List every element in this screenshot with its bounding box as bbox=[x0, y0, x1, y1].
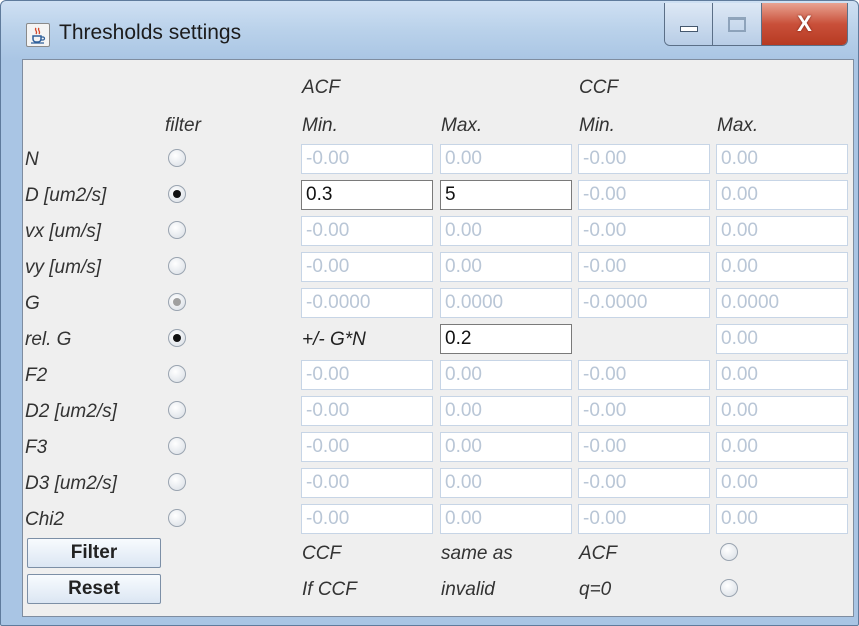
ccf-max-field[interactable]: 0.00 bbox=[716, 324, 848, 354]
ccf-min-field[interactable]: -0.00 bbox=[578, 144, 710, 174]
filter-button[interactable]: Filter bbox=[27, 538, 161, 568]
ccf-invalid-label-3: q=0 bbox=[579, 579, 612, 600]
acf-min-field[interactable]: -0.0000 bbox=[301, 288, 433, 318]
ccf-max-field[interactable]: 0.00 bbox=[716, 360, 848, 390]
ccf-min-field[interactable]: -0.00 bbox=[578, 252, 710, 282]
window-title: Thresholds settings bbox=[59, 21, 242, 44]
ccf-max-field[interactable]: 0.00 bbox=[716, 144, 848, 174]
ccf-max-field[interactable]: 0.0000 bbox=[716, 288, 848, 318]
ccf-min-field[interactable]: -0.00 bbox=[578, 180, 710, 210]
ccf-invalid-radio[interactable] bbox=[720, 579, 738, 597]
acf-max-field[interactable]: 0.00 bbox=[440, 396, 572, 426]
ccf-min-field[interactable]: -0.00 bbox=[578, 360, 710, 390]
filter-radio[interactable] bbox=[168, 221, 186, 239]
acf-max-field[interactable]: 0.2 bbox=[440, 324, 572, 354]
maximize-icon bbox=[728, 16, 747, 32]
ccf-max-field[interactable]: 0.00 bbox=[716, 432, 848, 462]
row-label: vy [um/s] bbox=[25, 257, 102, 278]
ccf-min-field[interactable]: -0.00 bbox=[578, 396, 710, 426]
ccf-same-as-acf-label-3: ACF bbox=[579, 543, 617, 564]
ccf-header: CCF bbox=[579, 77, 619, 98]
ccf-max-field[interactable]: 0.00 bbox=[716, 180, 848, 210]
title-bar[interactable]: Thresholds settings X bbox=[1, 1, 858, 61]
filter-radio[interactable] bbox=[168, 473, 186, 491]
ccf-min-header: Min. bbox=[579, 115, 615, 136]
acf-max-field[interactable]: 0.00 bbox=[440, 504, 572, 534]
row-label: N bbox=[25, 149, 39, 170]
filter-header: filter bbox=[165, 115, 201, 136]
row-label: F3 bbox=[25, 437, 48, 458]
ccf-invalid-label-2: invalid bbox=[441, 579, 495, 600]
ccf-same-as-acf-label-2: same as bbox=[441, 543, 513, 564]
minimize-button[interactable] bbox=[665, 3, 714, 45]
minimize-icon bbox=[679, 26, 698, 32]
row-label: G bbox=[25, 293, 40, 314]
acf-min-field[interactable]: -0.00 bbox=[301, 144, 433, 174]
ccf-min-blank bbox=[578, 324, 710, 354]
java-cup-icon bbox=[26, 23, 50, 47]
settings-panel: ACF CCF filter Min. Max. Min. Max. N -0.… bbox=[22, 59, 854, 617]
ccf-min-field[interactable]: -0.0000 bbox=[578, 288, 710, 318]
row-label: D [um2/s] bbox=[25, 185, 107, 206]
ccf-min-field[interactable]: -0.00 bbox=[578, 504, 710, 534]
acf-max-field[interactable]: 0.00 bbox=[440, 360, 572, 390]
acf-min-field[interactable]: -0.00 bbox=[301, 396, 433, 426]
acf-max-field[interactable]: 0.00 bbox=[440, 216, 572, 246]
acf-header: ACF bbox=[302, 77, 340, 98]
ccf-invalid-label-1: If CCF bbox=[302, 579, 357, 600]
ccf-min-field[interactable]: -0.00 bbox=[578, 432, 710, 462]
close-icon: X bbox=[797, 11, 812, 36]
acf-max-field[interactable]: 5 bbox=[440, 180, 572, 210]
reset-button[interactable]: Reset bbox=[27, 574, 161, 604]
filter-radio[interactable] bbox=[168, 185, 186, 203]
maximize-button[interactable] bbox=[713, 3, 762, 45]
acf-min-field[interactable]: -0.00 bbox=[301, 252, 433, 282]
filter-radio[interactable] bbox=[168, 437, 186, 455]
acf-min-header: Min. bbox=[302, 115, 338, 136]
acf-min-field[interactable]: -0.00 bbox=[301, 504, 433, 534]
row-label: vx [um/s] bbox=[25, 221, 102, 242]
row-label: Chi2 bbox=[25, 509, 65, 530]
acf-min-field[interactable]: -0.00 bbox=[301, 468, 433, 498]
thresholds-settings-window: Thresholds settings X ACF CCF filter Min… bbox=[0, 0, 859, 626]
ccf-min-field[interactable]: -0.00 bbox=[578, 216, 710, 246]
rel-g-formula-label: +/- G*N bbox=[302, 329, 366, 350]
filter-radio[interactable] bbox=[168, 329, 186, 347]
ccf-max-field[interactable]: 0.00 bbox=[716, 216, 848, 246]
filter-radio[interactable] bbox=[168, 401, 186, 419]
acf-min-field[interactable]: -0.00 bbox=[301, 432, 433, 462]
acf-max-header: Max. bbox=[441, 115, 483, 136]
filter-radio[interactable] bbox=[168, 509, 186, 527]
ccf-max-field[interactable]: 0.00 bbox=[716, 468, 848, 498]
acf-min-field[interactable]: -0.00 bbox=[301, 216, 433, 246]
acf-max-field[interactable]: 0.00 bbox=[440, 432, 572, 462]
acf-min-field[interactable]: -0.00 bbox=[301, 360, 433, 390]
ccf-same-as-acf-label-1: CCF bbox=[302, 543, 342, 564]
ccf-max-field[interactable]: 0.00 bbox=[716, 504, 848, 534]
acf-max-field[interactable]: 0.00 bbox=[440, 252, 572, 282]
ccf-max-header: Max. bbox=[717, 115, 759, 136]
close-button[interactable]: X bbox=[761, 3, 847, 45]
ccf-same-as-acf-radio[interactable] bbox=[720, 543, 738, 561]
acf-max-field[interactable]: 0.00 bbox=[440, 468, 572, 498]
ccf-max-field[interactable]: 0.00 bbox=[716, 396, 848, 426]
row-label: D3 [um2/s] bbox=[25, 473, 117, 494]
filter-radio[interactable] bbox=[168, 149, 186, 167]
row-label: rel. G bbox=[25, 329, 72, 350]
acf-max-field[interactable]: 0.00 bbox=[440, 144, 572, 174]
acf-min-field[interactable]: 0.3 bbox=[301, 180, 433, 210]
filter-radio[interactable] bbox=[168, 257, 186, 275]
row-label: D2 [um2/s] bbox=[25, 401, 117, 422]
filter-radio bbox=[168, 293, 186, 311]
row-label: F2 bbox=[25, 365, 48, 386]
filter-radio[interactable] bbox=[168, 365, 186, 383]
window-controls: X bbox=[664, 3, 848, 46]
acf-max-field[interactable]: 0.0000 bbox=[440, 288, 572, 318]
ccf-max-field[interactable]: 0.00 bbox=[716, 252, 848, 282]
ccf-min-field[interactable]: -0.00 bbox=[578, 468, 710, 498]
